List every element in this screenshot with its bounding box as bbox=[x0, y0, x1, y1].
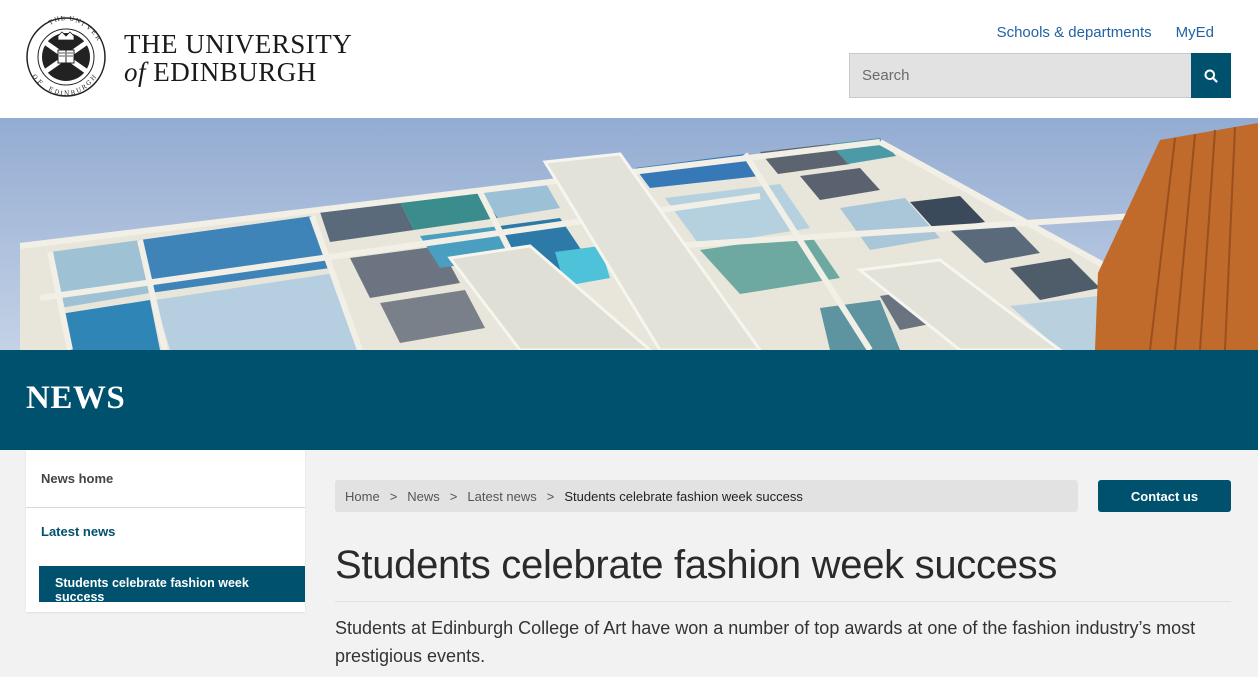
svg-text:N: N bbox=[64, 91, 69, 98]
search-input[interactable] bbox=[849, 53, 1191, 98]
breadcrumb-latest-news[interactable]: Latest news bbox=[467, 489, 536, 504]
breadcrumb-separator: > bbox=[389, 488, 398, 504]
title-divider bbox=[335, 601, 1231, 602]
article-title: Students celebrate fashion week success bbox=[335, 543, 1058, 587]
contact-us-button[interactable]: Contact us bbox=[1098, 480, 1231, 512]
section-sidebar-nav: News home Latest news Students celebrate… bbox=[26, 450, 305, 612]
breadcrumb-home[interactable]: Home bbox=[345, 489, 380, 504]
university-wordmark: THE UNIVERSITY of EDINBURGH bbox=[124, 30, 352, 86]
breadcrumb-current: Students celebrate fashion week success bbox=[564, 488, 803, 504]
schools-departments-link[interactable]: Schools & departments bbox=[997, 24, 1152, 41]
wordmark-line-1: THE UNIVERSITY bbox=[124, 29, 353, 59]
breadcrumb: Home > News > Latest news > Students cel… bbox=[335, 480, 1078, 512]
svg-text:E: E bbox=[60, 16, 65, 22]
svg-text:U: U bbox=[69, 16, 75, 23]
wordmark-edinburgh: EDINBURGH bbox=[153, 57, 317, 87]
hero-banner-image bbox=[0, 118, 1258, 350]
search-button[interactable] bbox=[1191, 53, 1231, 98]
breadcrumb-separator: > bbox=[546, 488, 555, 504]
section-title: NEWS bbox=[26, 380, 126, 416]
article-intro: Students at Edinburgh College of Art hav… bbox=[335, 618, 1196, 666]
university-crest-icon: T H E U N I V E R O F E D I N B U R G H bbox=[26, 16, 106, 98]
breadcrumb-separator: > bbox=[449, 488, 458, 504]
site-header: T H E U N I V E R O F E D I N B U R G H bbox=[0, 0, 1258, 118]
sidebar-item-current-article[interactable]: Students celebrate fashion week success bbox=[39, 566, 305, 604]
wordmark-of: of bbox=[124, 57, 147, 87]
search-icon bbox=[1204, 69, 1218, 83]
myed-link[interactable]: MyEd bbox=[1176, 24, 1214, 41]
section-banner: NEWS bbox=[0, 350, 1258, 450]
sidebar-item-news-home[interactable]: News home bbox=[26, 450, 305, 508]
utility-nav: Schools & departments MyEd bbox=[997, 24, 1214, 41]
university-logo-link[interactable]: T H E U N I V E R O F E D I N B U R G H bbox=[24, 16, 364, 98]
wordmark-line-2: of EDINBURGH bbox=[124, 58, 352, 86]
sidebar-item-latest-news[interactable]: Latest news bbox=[26, 509, 305, 559]
building-illustration bbox=[0, 118, 1258, 350]
breadcrumb-news[interactable]: News bbox=[407, 489, 440, 504]
